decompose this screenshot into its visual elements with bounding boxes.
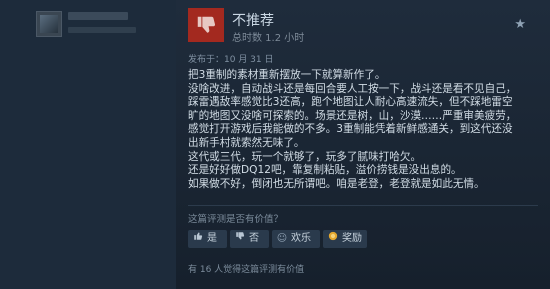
review-line: 感觉打开游戏后我能做的不多。3重制能凭着新鲜感通关，到这代还没 (188, 123, 513, 136)
review-body: 把3重制的素材重新摆放一下就算新作了。 没啥改进，自动战斗还是每回合要人工按一下… (188, 69, 538, 191)
author-stats-blurred (68, 27, 136, 33)
divider (188, 205, 538, 206)
author-name-blurred[interactable] (68, 12, 128, 20)
posted-date: 发布于：10 月 31 日 (188, 55, 274, 65)
review-card: 不推荐 总时数 1.2 小时 ★ 发布于：10 月 31 日 把3重制的素材重新… (176, 0, 550, 289)
star-icon[interactable]: ★ (514, 17, 526, 32)
helpful-count: 有 16 人觉得这篇评测有价值 (188, 265, 305, 275)
vote-funny-button[interactable]: ☺ 欢乐 (272, 230, 320, 248)
vote-no-button[interactable]: 否 (230, 230, 269, 248)
verdict-title: 不推荐 (232, 13, 274, 29)
vote-yes-button[interactable]: 是 (188, 230, 227, 248)
review-line: 还是好好做DQ12吧，靠复制粘贴，溢价捞钱是没出息的。 (188, 164, 462, 177)
author-panel (0, 0, 176, 289)
playtime-hours: 总时数 1.2 小时 (232, 33, 305, 44)
thumbs-up-icon (191, 230, 205, 248)
avatar-image (40, 15, 58, 33)
review-line: 旷的地图又没啥可探索的。场景还是树，山，沙漠……严重审美疲劳， (188, 109, 517, 122)
review-line: 出新手村就索然无味了。 (188, 136, 305, 149)
review-line: 如果做不好，倒闭也无所谓吧。咱是老登，老登就是如此无情。 (188, 177, 485, 190)
vote-no-label: 否 (249, 233, 259, 244)
verdict-header: 不推荐 总时数 1.2 小时 ★ (188, 8, 526, 44)
smiley-icon: ☺ (276, 233, 288, 244)
review-line: 把3重制的素材重新摆放一下就算新作了。 (188, 69, 386, 81)
helpful-question: 这篇评测是否有价值？ (188, 214, 284, 225)
thumbs-down-icon (233, 230, 247, 248)
thumbs-down-icon (188, 8, 224, 42)
vote-yes-label: 是 (207, 233, 217, 244)
award-icon (326, 230, 340, 248)
vote-funny-label: 欢乐 (291, 233, 311, 244)
award-button[interactable]: 奖励 (323, 230, 367, 248)
avatar[interactable] (36, 11, 62, 37)
review-line: 没啥改进，自动战斗还是每回合要人工按一下，战斗还是看不见自己， (188, 82, 517, 95)
award-label: 奖励 (342, 233, 362, 244)
review-line: 踩雷遇敌率感觉比3还高，跑个地图让人耐心高速流失，但不踩地雷空 (188, 96, 513, 109)
review-line: 这代或三代，玩一个就够了，玩多了腻味打哈欠。 (188, 150, 422, 163)
